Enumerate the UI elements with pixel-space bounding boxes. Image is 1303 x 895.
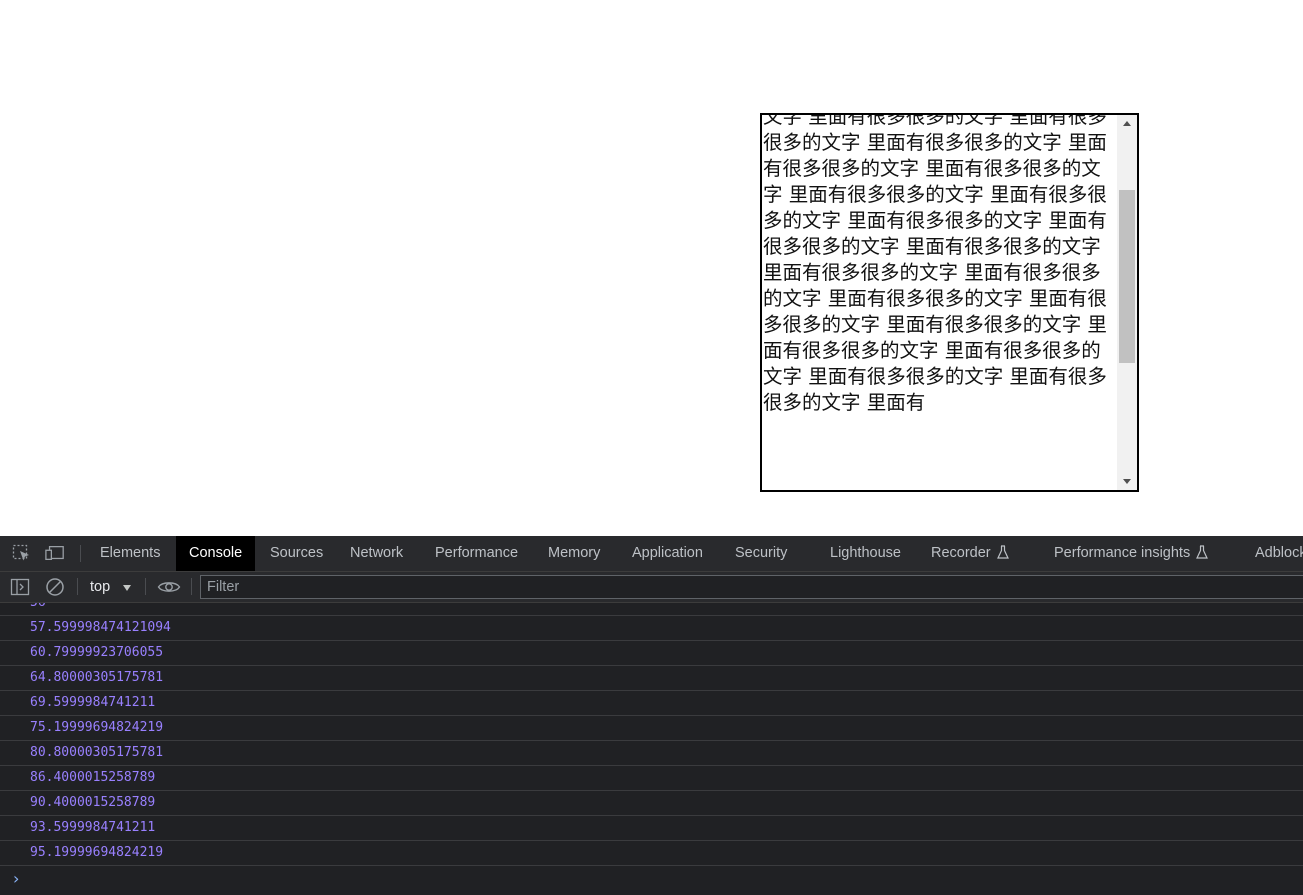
tab-security[interactable]: Security — [735, 536, 787, 571]
console-toolbar: top — [0, 572, 1303, 603]
toolbar-separator — [145, 578, 146, 595]
devtools-panel: Elements Console Sources Network Perform… — [0, 536, 1303, 895]
console-message: 60.79999923706055 — [0, 641, 1303, 666]
vertical-scrollbar[interactable] — [1117, 115, 1137, 490]
device-toolbar-icon[interactable] — [45, 544, 65, 562]
tab-network[interactable]: Network — [350, 536, 403, 571]
page-viewport: 文字 里面有很多很多的文字 里面有很多很多的文字 里面有很多很多的文字 里面有很… — [0, 0, 1303, 536]
scrollbar-thumb[interactable] — [1119, 190, 1135, 363]
console-prompt[interactable]: › — [0, 865, 1303, 893]
console-message: 80.80000305175781 — [0, 741, 1303, 766]
console-message: 56 — [0, 603, 1303, 616]
console-message: 69.5999984741211 — [0, 691, 1303, 716]
tabbar-separator — [80, 545, 81, 562]
context-selector[interactable]: top — [90, 577, 110, 597]
chevron-down-icon[interactable] — [123, 585, 131, 591]
scroll-up-arrow-icon[interactable] — [1117, 115, 1137, 132]
console-message: 90.4000015258789 — [0, 791, 1303, 816]
console-message: 64.80000305175781 — [0, 666, 1303, 691]
tab-adblock[interactable]: Adblock — [1255, 536, 1303, 571]
console-message: 86.4000015258789 — [0, 766, 1303, 791]
experiment-flask-icon — [1196, 538, 1209, 573]
tab-recorder-label: Recorder — [931, 545, 991, 561]
live-expression-eye-icon[interactable] — [157, 578, 181, 596]
clear-console-icon[interactable] — [45, 578, 65, 596]
tab-sources[interactable]: Sources — [270, 536, 323, 571]
scroll-down-arrow-icon[interactable] — [1117, 473, 1137, 490]
tab-performance-insights-label: Performance insights — [1054, 545, 1191, 561]
console-message: 75.19999694824219 — [0, 716, 1303, 741]
prompt-chevron-icon: › — [13, 869, 20, 888]
show-sidebar-icon[interactable] — [10, 578, 30, 596]
tab-performance-insights[interactable]: Performance insights — [1054, 536, 1209, 573]
tab-application[interactable]: Application — [632, 536, 703, 571]
tab-console[interactable]: Console — [176, 536, 256, 571]
tab-memory[interactable]: Memory — [548, 536, 600, 571]
console-message: 95.19999694824219 — [0, 841, 1303, 866]
scrollable-text-box[interactable]: 文字 里面有很多很多的文字 里面有很多很多的文字 里面有很多很多的文字 里面有很… — [760, 113, 1139, 492]
tab-lighthouse[interactable]: Lighthouse — [830, 536, 901, 571]
console-messages: 56 57.599998474121094 60.79999923706055 … — [0, 603, 1303, 895]
devtools-tabbar: Elements Console Sources Network Perform… — [0, 536, 1303, 572]
inspect-element-icon[interactable] — [11, 544, 31, 562]
tab-elements[interactable]: Elements — [100, 536, 160, 571]
toolbar-separator — [191, 578, 192, 595]
console-message: 57.599998474121094 — [0, 616, 1303, 641]
tab-performance[interactable]: Performance — [435, 536, 518, 571]
scroll-box-text: 文字 里面有很多很多的文字 里面有很多很多的文字 里面有很多很多的文字 里面有很… — [763, 113, 1107, 414]
tab-recorder[interactable]: Recorder — [931, 536, 1009, 571]
filter-input[interactable] — [200, 575, 1303, 599]
toolbar-separator — [77, 578, 78, 595]
experiment-flask-icon — [996, 538, 1009, 573]
console-message: 93.5999984741211 — [0, 816, 1303, 841]
